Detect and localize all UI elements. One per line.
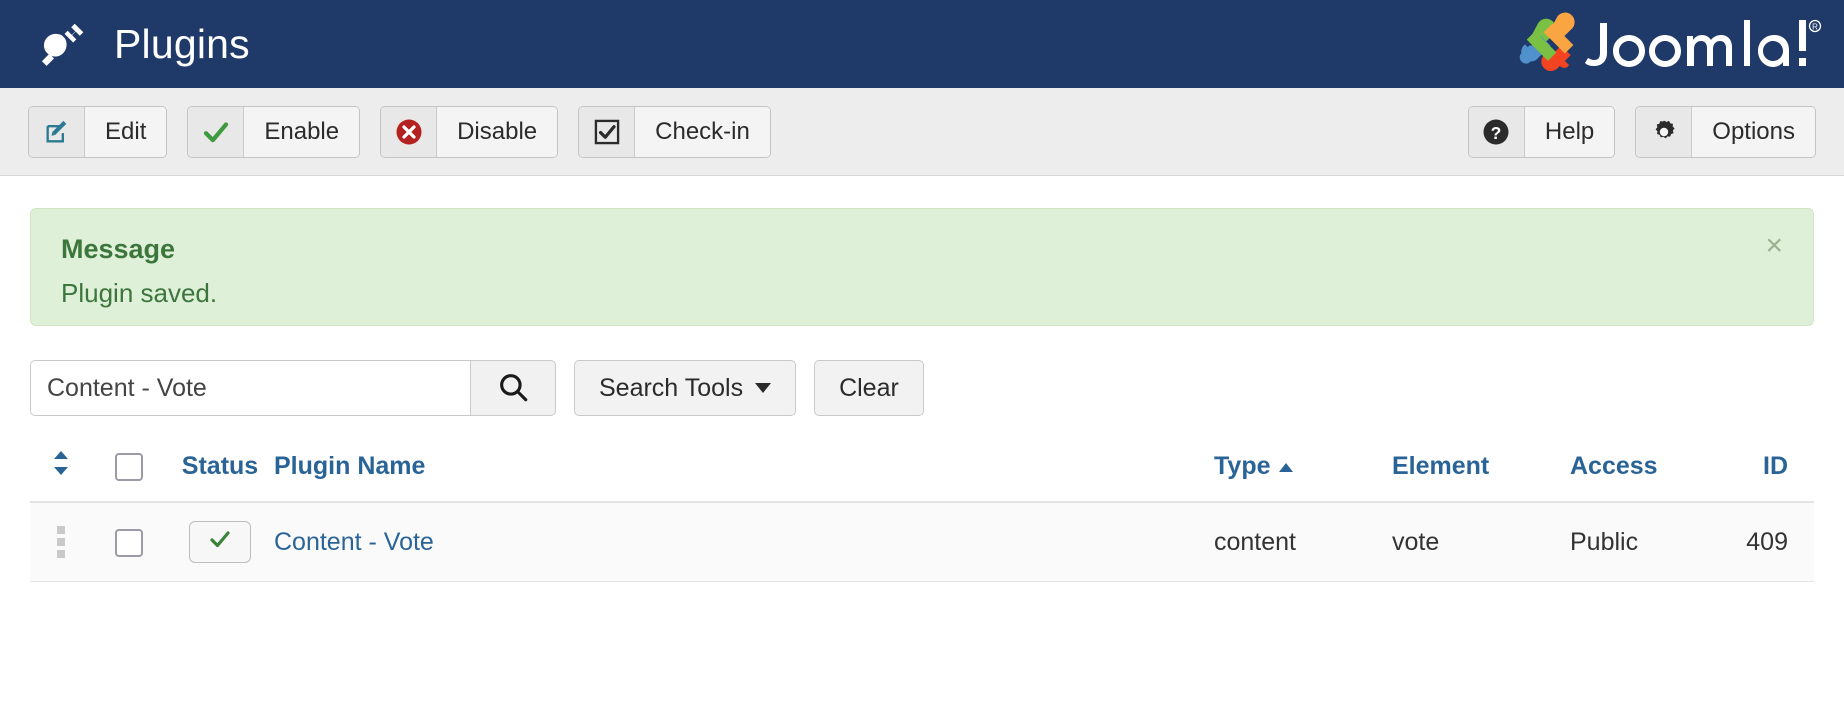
message-alert: Message Plugin saved. × (30, 208, 1814, 326)
options-button-label: Options (1692, 106, 1815, 157)
joomla-logo: R (1512, 6, 1822, 82)
main-content: Message Plugin saved. × Search Tools Cle… (0, 208, 1844, 582)
search-input-group (30, 360, 556, 416)
clear-button-label: Clear (839, 373, 899, 402)
plugin-name-link[interactable]: Content - Vote (274, 528, 434, 556)
close-icon[interactable]: × (1759, 225, 1789, 267)
column-header-access[interactable]: Access (1570, 444, 1704, 503)
column-header-id[interactable]: ID (1704, 444, 1814, 503)
alert-title: Message (61, 234, 176, 264)
toolbar: Edit Enable Disable Check-in ? Help Opti… (0, 88, 1844, 176)
x-circle-icon (381, 106, 438, 157)
check-mark-icon (208, 527, 232, 558)
question-circle-icon: ? (1468, 106, 1525, 157)
table-row: Content - Vote content vote Public 409 (30, 502, 1814, 582)
toolbar-left-group: Edit Enable Disable Check-in (28, 105, 771, 158)
check-in-button-label: Check-in (635, 106, 770, 157)
gear-icon (1636, 106, 1693, 157)
disable-button-label: Disable (437, 106, 558, 157)
column-header-select-all[interactable] (92, 444, 166, 503)
help-button[interactable]: ? Help (1467, 105, 1616, 158)
row-id-cell: 409 (1704, 502, 1814, 582)
row-checkbox[interactable] (115, 528, 143, 557)
options-button[interactable]: Options (1635, 105, 1816, 158)
toolbar-right-group: ? Help Options (1467, 105, 1816, 158)
column-header-plugin-name[interactable]: Plugin Name (274, 444, 1214, 503)
enable-button-label: Enable (244, 106, 360, 157)
svg-text:?: ? (1491, 122, 1502, 142)
edit-button[interactable]: Edit (28, 105, 168, 158)
page-title: Plugins (114, 20, 250, 67)
clear-button[interactable]: Clear (814, 360, 924, 416)
row-plugin-name-cell: Content - Vote (274, 502, 1214, 582)
search-input[interactable] (30, 360, 470, 416)
plugins-table: Status Plugin Name Type Element Access I… (30, 444, 1814, 582)
app-header: Plugins R (0, 0, 1844, 88)
select-all-checkbox[interactable] (115, 453, 143, 482)
svg-text:R: R (1812, 23, 1818, 32)
check-in-button[interactable]: Check-in (578, 105, 771, 158)
checkbox-checked-icon (579, 106, 636, 157)
help-button-label: Help (1524, 106, 1615, 157)
table-body: Content - Vote content vote Public 409 (30, 502, 1814, 582)
status-toggle-enabled[interactable] (189, 521, 251, 563)
check-mark-icon (188, 106, 245, 157)
column-header-element[interactable]: Element (1392, 444, 1570, 503)
row-drag-handle-cell (30, 502, 92, 582)
alert-message-text: Plugin saved. (61, 278, 218, 309)
search-submit-button[interactable] (470, 360, 556, 416)
row-select-cell (92, 502, 166, 582)
column-header-type-label: Type (1214, 452, 1271, 480)
table-header-row: Status Plugin Name Type Element Access I… (30, 444, 1814, 503)
chevron-down-icon (755, 383, 772, 393)
row-element-cell: vote (1392, 502, 1570, 582)
drag-handle-icon[interactable] (57, 526, 65, 558)
edit-pencil-square-icon (29, 106, 85, 157)
table-header: Status Plugin Name Type Element Access I… (30, 444, 1814, 503)
search-bar: Search Tools Clear (30, 360, 1814, 416)
enable-button[interactable]: Enable (187, 105, 361, 158)
plug-icon (38, 19, 88, 69)
search-tools-button[interactable]: Search Tools (574, 360, 797, 416)
row-access-cell: Public (1570, 502, 1704, 582)
sort-ascending-icon (1278, 462, 1293, 472)
row-type-cell: content (1214, 502, 1392, 582)
magnifier-icon (496, 370, 530, 407)
edit-button-label: Edit (85, 106, 167, 157)
search-tools-label: Search Tools (599, 373, 744, 402)
column-header-ordering[interactable] (30, 444, 92, 503)
disable-button[interactable]: Disable (380, 105, 559, 158)
row-status-cell (166, 502, 274, 582)
column-header-status[interactable]: Status (166, 444, 274, 503)
sort-updown-icon (50, 450, 72, 476)
header-left: Plugins (38, 19, 250, 69)
column-header-type[interactable]: Type (1214, 444, 1392, 503)
